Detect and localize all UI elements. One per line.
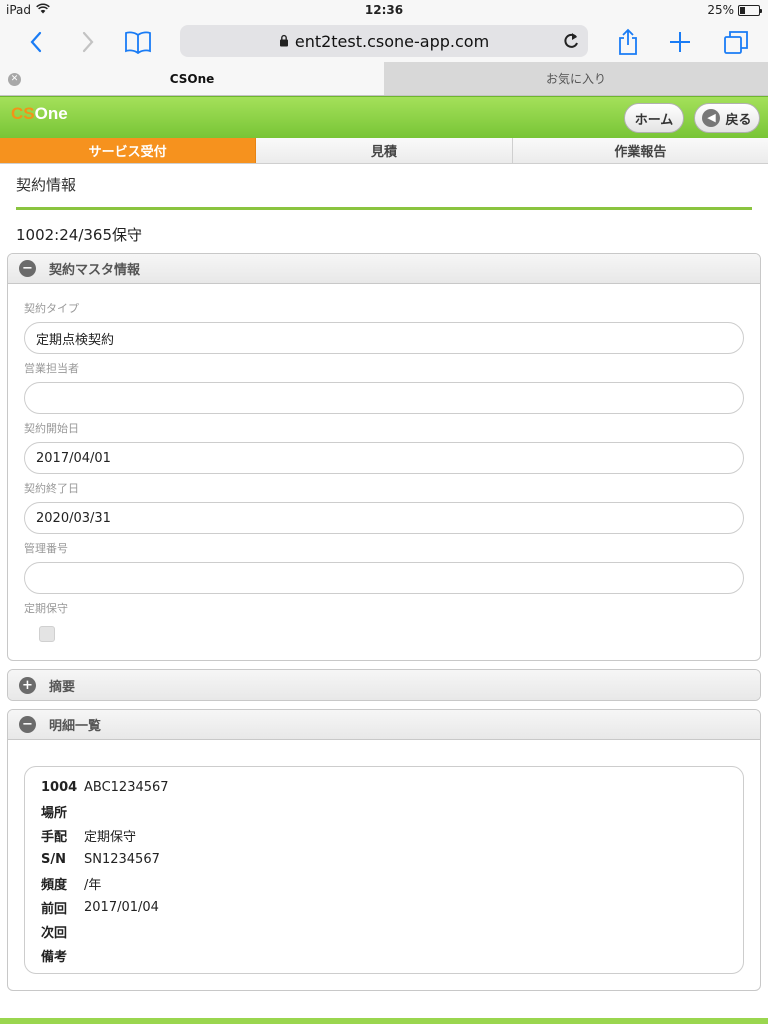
browser-tab-favorites[interactable]: お気に入り bbox=[384, 62, 768, 95]
summary-section: + 摘要 bbox=[7, 669, 761, 701]
contract-master-section: − 契約マスタ情報 契約タイプ 定期点検契約 営業担当者 契約開始日 2017/… bbox=[7, 253, 761, 661]
contract-type-field[interactable]: 定期点検契約 bbox=[24, 322, 744, 354]
battery-icon bbox=[738, 4, 762, 16]
app-logo: CSOne bbox=[11, 104, 68, 123]
field-label-start-date: 契約開始日 bbox=[24, 422, 79, 435]
page-title: 契約情報 bbox=[16, 174, 752, 210]
tab-work-report[interactable]: 作業報告 bbox=[512, 138, 768, 163]
section-title: 摘要 bbox=[49, 679, 76, 695]
section-title: 明細一覧 bbox=[49, 719, 102, 734]
summary-header[interactable]: + 摘要 bbox=[8, 670, 760, 700]
detail-row: 次回 bbox=[41, 925, 68, 941]
new-tab-icon[interactable] bbox=[664, 26, 696, 58]
clock: 12:36 bbox=[364, 3, 404, 17]
end-date-field[interactable]: 2020/03/31 bbox=[24, 502, 744, 534]
back-button-label: 戻る bbox=[725, 112, 752, 128]
field-label-end-date: 契約終了日 bbox=[24, 482, 79, 495]
browser-tab-bar: ✕ CSOne お気に入り bbox=[0, 62, 768, 96]
detail-list-section: − 明細一覧 1004 ABC1234567 場所 手配 定期保守 S/N SN123… bbox=[7, 709, 761, 991]
field-label-periodic-maintenance: 定期保守 bbox=[24, 602, 68, 615]
contract-id: 1002:24/365保守 bbox=[16, 226, 142, 244]
detail-row: S/N SN1234567 bbox=[41, 851, 160, 867]
browser-tab-csone[interactable]: ✕ CSOne bbox=[0, 62, 384, 95]
section-title: 契約マスタ情報 bbox=[49, 263, 141, 278]
close-tab-icon[interactable]: ✕ bbox=[8, 73, 21, 86]
status-bar: iPad 12:36 25% bbox=[0, 0, 768, 22]
management-number-field[interactable] bbox=[24, 562, 744, 594]
start-date-field[interactable]: 2017/04/01 bbox=[24, 442, 744, 474]
app-nav-tabs: サービス受付 見積 作業報告 bbox=[0, 138, 768, 164]
collapse-minus-icon: − bbox=[19, 260, 36, 277]
contract-master-header[interactable]: − 契約マスタ情報 bbox=[8, 254, 760, 284]
home-button-label: ホーム bbox=[634, 112, 674, 128]
browser-tab-label: お気に入り bbox=[545, 72, 606, 86]
detail-row: 1004 ABC1234567 bbox=[41, 779, 169, 795]
battery-percent: 25% bbox=[707, 3, 734, 17]
battery-fill bbox=[740, 6, 745, 14]
browser-toolbar: ent2test.csone-app.com bbox=[0, 22, 768, 62]
field-label-management-number: 管理番号 bbox=[24, 542, 68, 555]
detail-row: 頻度/年 bbox=[41, 877, 102, 893]
bookmarks-icon[interactable] bbox=[122, 26, 154, 58]
browser-tab-label: CSOne bbox=[169, 71, 215, 86]
collapse-minus-icon: − bbox=[19, 716, 36, 733]
tabs-overview-icon[interactable] bbox=[720, 26, 752, 58]
forward-arrow-icon[interactable] bbox=[72, 26, 104, 58]
reload-icon[interactable] bbox=[562, 31, 580, 55]
detail-list-body: 1004 ABC1234567 場所 手配 定期保守 S/N SN1234567 頻度… bbox=[8, 740, 760, 990]
detail-card[interactable]: 1004 ABC1234567 場所 手配 定期保守 S/N SN1234567 頻度… bbox=[24, 766, 744, 974]
share-icon[interactable] bbox=[612, 26, 644, 58]
chevron-left-icon: ◀ bbox=[702, 109, 721, 127]
tab-service-reception[interactable]: サービス受付 bbox=[0, 138, 257, 163]
back-arrow-icon[interactable] bbox=[20, 26, 52, 58]
url-text: ent2test.csone-app.com bbox=[294, 31, 490, 51]
detail-row: 手配 定期保守 bbox=[41, 829, 137, 845]
periodic-maintenance-checkbox[interactable] bbox=[39, 626, 55, 642]
footer-bar bbox=[0, 1018, 768, 1024]
tab-estimate[interactable]: 見積 bbox=[256, 138, 513, 163]
detail-row: 場所 bbox=[41, 805, 68, 821]
contract-master-body: 契約タイプ 定期点検契約 営業担当者 契約開始日 2017/04/01 契約終了… bbox=[8, 284, 760, 660]
app-header: CSOne ホーム ◀ 戻る bbox=[0, 96, 768, 138]
back-button[interactable]: ◀ 戻る bbox=[694, 103, 760, 133]
lock-icon bbox=[279, 32, 289, 51]
detail-row: 備考 bbox=[41, 949, 68, 965]
field-label-contract-type: 契約タイプ bbox=[24, 302, 79, 315]
sales-rep-field[interactable] bbox=[24, 382, 744, 414]
detail-row: 前回 2017/01/04 bbox=[41, 899, 159, 917]
address-bar[interactable]: ent2test.csone-app.com bbox=[180, 25, 588, 57]
detail-list-header[interactable]: − 明細一覧 bbox=[8, 710, 760, 740]
expand-plus-icon: + bbox=[19, 676, 36, 694]
home-button[interactable]: ホーム bbox=[624, 103, 684, 133]
field-label-sales-rep: 営業担当者 bbox=[24, 362, 79, 375]
